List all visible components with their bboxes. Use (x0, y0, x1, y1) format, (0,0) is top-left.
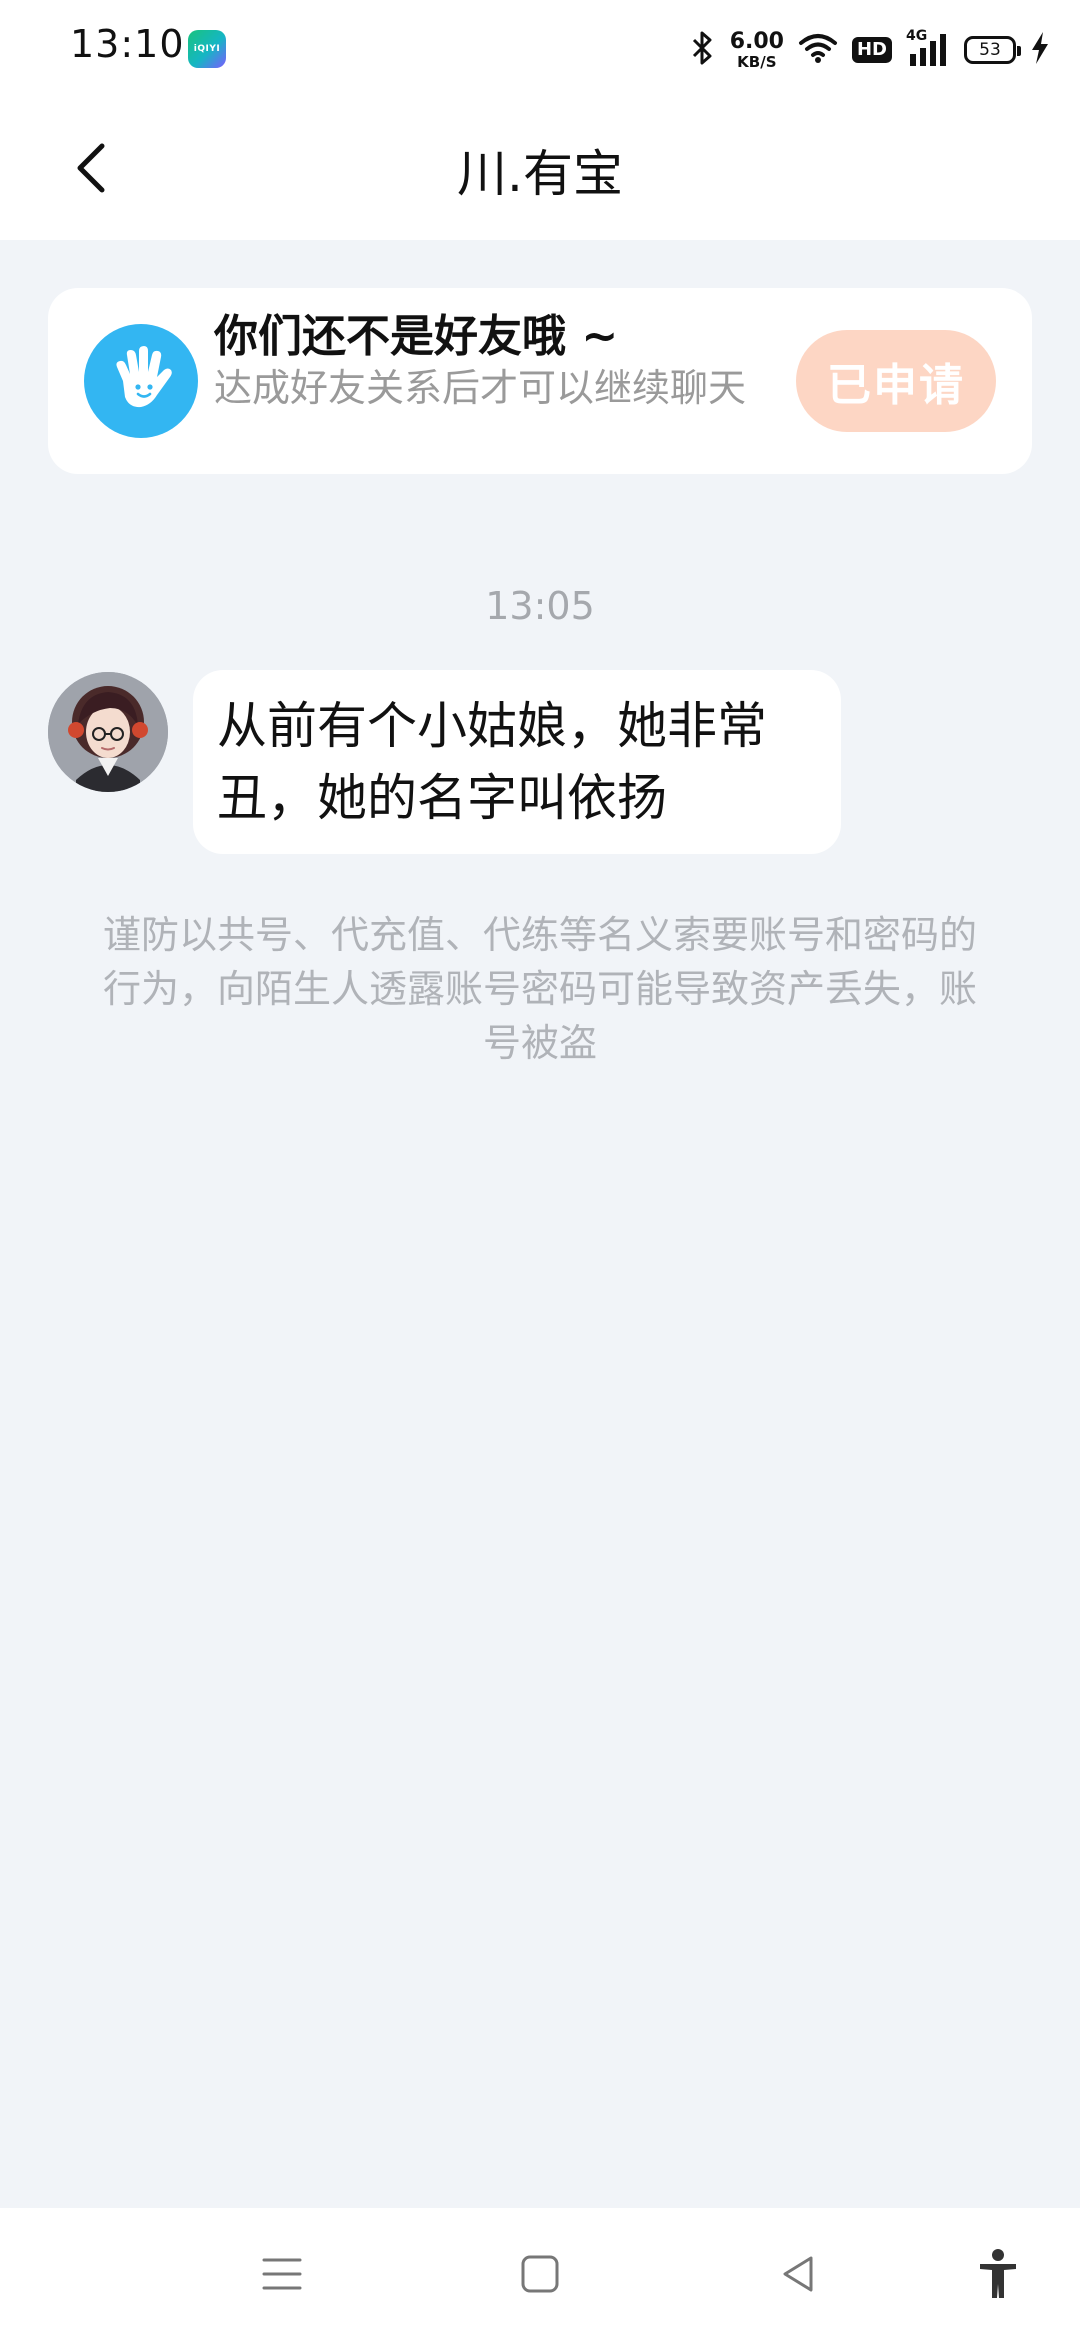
navigation-bar (0, 2208, 1080, 2340)
message-timestamp: 13:05 (485, 584, 595, 628)
status-time: 13:10 (70, 22, 185, 66)
status-icons: 6.00 KB/S HD 4G 53 (690, 24, 1050, 76)
battery-level: 53 (979, 40, 1001, 60)
home-square-icon (521, 2255, 559, 2293)
bluetooth-icon (690, 30, 716, 70)
notice-subtitle: 达成好友关系后才可以继续聊天 (214, 366, 747, 410)
hd-badge: HD (851, 37, 892, 63)
back-triangle-icon (783, 2256, 813, 2292)
network-speed: 6.00 KB/S (729, 28, 784, 71)
accessibility-icon (980, 2249, 1016, 2298)
charging-icon (1030, 31, 1050, 69)
friend-notice-card: 你们还不是好友哦 ~ 达成好友关系后才可以继续聊天 已申请 (48, 288, 1032, 474)
battery-indicator: 53 (964, 36, 1021, 64)
applied-button[interactable]: 已申请 (796, 330, 996, 432)
wifi-icon (798, 32, 838, 68)
avatar[interactable] (48, 672, 168, 792)
notice-title: 你们还不是好友哦 ~ (214, 311, 619, 362)
message-bubble[interactable]: 从前有个小姑娘，她非常丑，她的名字叫依扬 (193, 670, 841, 854)
network-speed-value: 6.00 (729, 28, 784, 54)
home-nav-button[interactable] (504, 2238, 576, 2310)
page-title: 川.有宝 (457, 145, 623, 203)
iqiyi-app-icon: iQIYI (188, 30, 226, 68)
title-bar: 川.有宝 (0, 96, 1080, 240)
signal-icon: 4G (906, 28, 950, 68)
wave-hand-icon (84, 324, 198, 438)
safety-warning: 谨防以共号、代充值、代练等名义索要账号和密码的行为，向陌生人透露账号密码可能导致… (102, 913, 977, 1065)
network-speed-unit: KB/S (737, 52, 777, 71)
menu-icon (262, 2258, 302, 2290)
status-bar: 13:10 iQIYI 6.00 KB/S HD 4G 53 (0, 0, 1080, 96)
back-nav-button[interactable] (762, 2238, 834, 2310)
menu-nav-button[interactable] (246, 2238, 318, 2310)
accessibility-button[interactable] (962, 2238, 1034, 2310)
